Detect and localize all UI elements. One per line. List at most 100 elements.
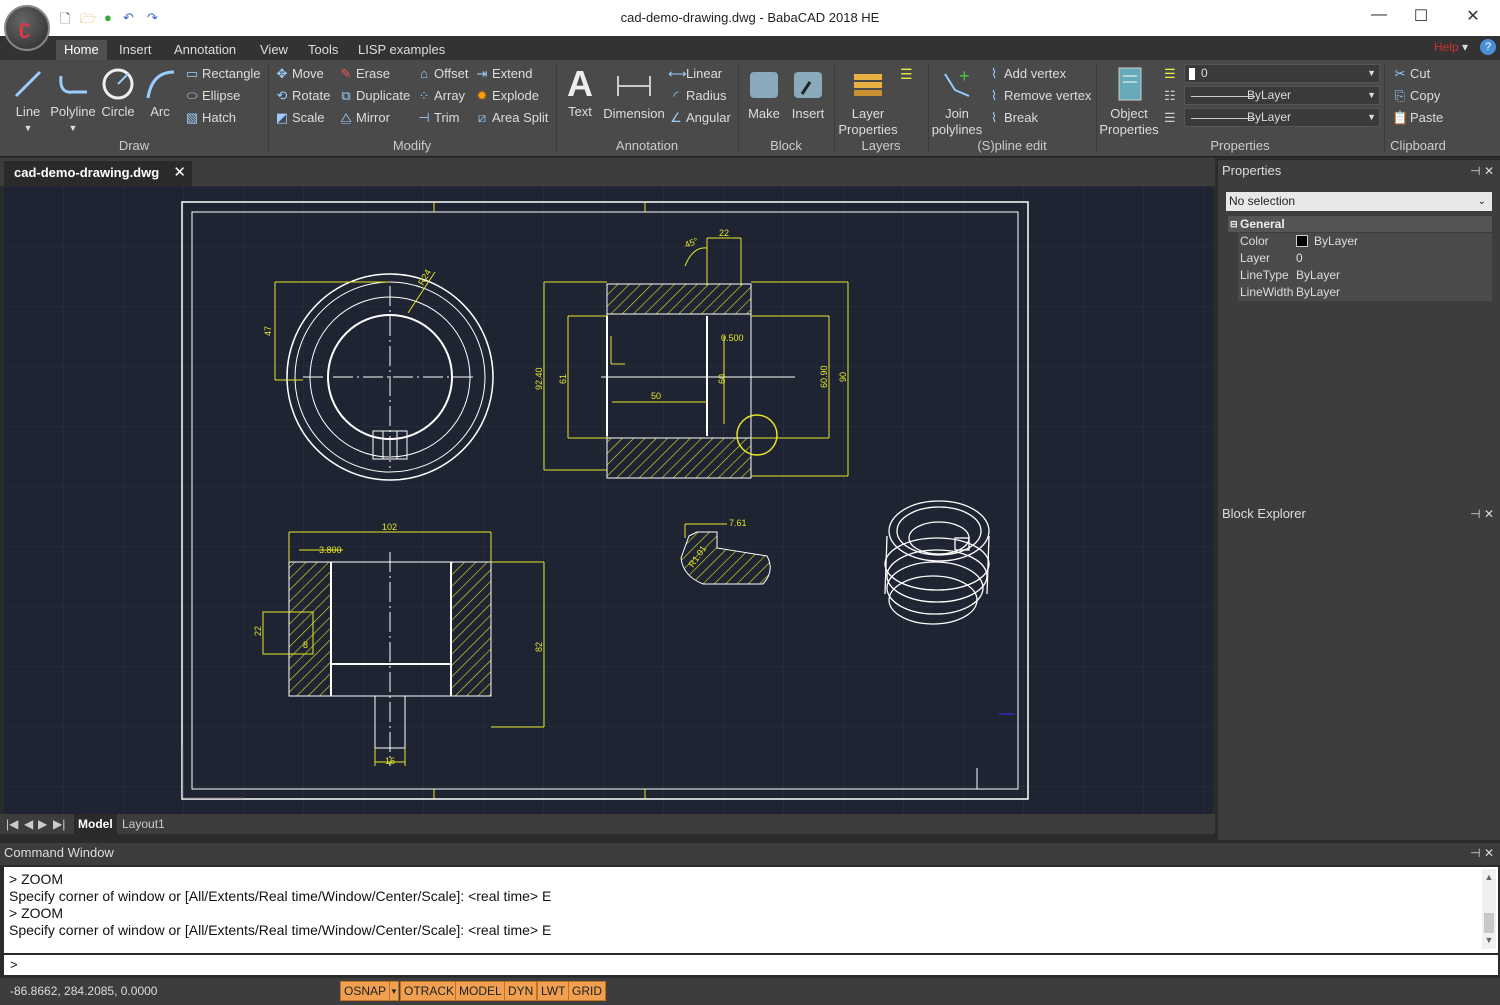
- arc-button[interactable]: Arc: [142, 66, 178, 120]
- polyline-button[interactable]: Polyline ▼: [50, 66, 96, 136]
- linewidth-preview: [1191, 118, 1255, 119]
- offset-button[interactable]: ⌂ Offset: [416, 64, 468, 84]
- mirror-button[interactable]: ⧋ Mirror: [338, 108, 390, 128]
- dyn-toggle[interactable]: DYN: [504, 981, 538, 1001]
- last-layout-icon[interactable]: ▶|: [53, 817, 65, 831]
- tab-view[interactable]: View: [252, 40, 296, 60]
- grid-toggle[interactable]: GRID: [568, 981, 606, 1001]
- add-vertex-button[interactable]: ⌇ Add vertex: [986, 64, 1066, 84]
- property-row-linewidth[interactable]: LineWidth ByLayer: [1238, 284, 1492, 301]
- join-polylines-button[interactable]: + Join polylines: [930, 66, 984, 138]
- tab-tools[interactable]: Tools: [300, 40, 346, 60]
- property-row-color[interactable]: Color ByLayer: [1238, 233, 1492, 250]
- make-block-icon: [750, 72, 778, 98]
- close-icon[interactable]: ✕: [1484, 507, 1494, 521]
- cursor-coordinates: -86.8662, 284.2085, 0.0000: [10, 984, 158, 998]
- line-button[interactable]: Line ▼: [10, 66, 46, 136]
- tab-layout1[interactable]: Layout1: [122, 814, 165, 834]
- rectangle-button[interactable]: ▭ Rectangle: [184, 64, 261, 84]
- property-key: Color: [1240, 234, 1269, 248]
- property-row-linetype[interactable]: LineType ByLayer: [1238, 267, 1492, 284]
- scrollbar-thumb[interactable]: [1484, 913, 1494, 933]
- help-icon[interactable]: ?: [1480, 39, 1496, 55]
- next-layout-icon[interactable]: ▶: [38, 817, 47, 831]
- model-toggle[interactable]: MODEL: [455, 981, 506, 1001]
- scroll-up-icon[interactable]: ▲: [1482, 869, 1496, 886]
- tab-home[interactable]: Home: [56, 40, 107, 60]
- dimension-button[interactable]: Dimension: [602, 66, 666, 122]
- move-button[interactable]: ✥ Move: [274, 64, 324, 84]
- copy-button[interactable]: ⎘ Copy: [1392, 86, 1441, 106]
- make-block-button[interactable]: Make: [744, 66, 784, 122]
- general-category[interactable]: ⊟ General: [1228, 216, 1492, 232]
- help-menu[interactable]: Help ▾: [1434, 40, 1468, 54]
- minimize-button[interactable]: —: [1364, 6, 1394, 24]
- first-layout-icon[interactable]: |◀: [6, 817, 18, 831]
- break-button[interactable]: ⌇ Break: [986, 108, 1038, 128]
- prev-layout-icon[interactable]: ◀: [24, 817, 33, 831]
- drawing-canvas[interactable]: 47 R24 45° 22 0.500 92.40 61 60 50 60.90…: [3, 186, 1213, 814]
- offset-label: Offset: [434, 66, 469, 81]
- chevron-down-icon: ▼: [23, 123, 33, 133]
- rotate-button[interactable]: ⟲ Rotate: [274, 86, 331, 106]
- radius-button[interactable]: ◜ Radius: [668, 86, 726, 106]
- scale-button[interactable]: ◩ Scale: [274, 108, 325, 128]
- pin-icon[interactable]: ⊣: [1470, 164, 1480, 178]
- remove-vertex-button[interactable]: ⌇ Remove vertex: [986, 86, 1092, 106]
- pin-icon[interactable]: ⊣: [1470, 846, 1480, 860]
- dim-text: 61: [558, 374, 568, 384]
- osnap-toggle[interactable]: OSNAP: [340, 981, 391, 1001]
- close-button[interactable]: ✕: [1458, 6, 1488, 26]
- tab-annotation[interactable]: Annotation: [166, 40, 244, 60]
- layer-properties-button[interactable]: Layer Properties: [838, 66, 898, 138]
- tab-lisp-examples[interactable]: LISP examples: [350, 40, 453, 60]
- tab-insert[interactable]: Insert: [111, 40, 160, 60]
- paste-button[interactable]: 📋 Paste: [1392, 108, 1443, 128]
- cut-button[interactable]: ✂ Cut: [1392, 64, 1431, 84]
- duplicate-button[interactable]: ⧉ Duplicate: [338, 86, 410, 106]
- maximize-button[interactable]: ☐: [1406, 6, 1436, 26]
- command-input[interactable]: >: [4, 955, 1498, 975]
- explode-button[interactable]: ✹ Explode: [474, 86, 539, 106]
- scroll-down-icon[interactable]: ▼: [1482, 932, 1496, 949]
- circle-button[interactable]: Circle: [100, 66, 136, 120]
- close-icon[interactable]: ✕: [1484, 164, 1494, 178]
- osnap-dropdown-icon[interactable]: ▼: [389, 981, 399, 1001]
- ribbon-tabs: Home Insert Annotation View Tools LISP e…: [0, 36, 1500, 60]
- lwt-toggle[interactable]: LWT: [537, 981, 570, 1001]
- object-properties-button[interactable]: Object Properties: [1098, 66, 1160, 138]
- help-dropdown-icon: ▾: [1461, 40, 1468, 54]
- property-row-layer[interactable]: Layer 0: [1238, 250, 1492, 267]
- app-menu-button[interactable]: ʗ: [4, 5, 50, 51]
- dim-text: 16: [385, 756, 395, 766]
- document-tab[interactable]: cad-demo-drawing.dwg ✕: [4, 161, 192, 186]
- hatch-button[interactable]: ▧ Hatch: [184, 108, 236, 128]
- document-tab-label: cad-demo-drawing.dwg: [14, 165, 160, 180]
- extend-button[interactable]: ⇥ Extend: [474, 64, 533, 84]
- trim-button[interactable]: ⊣ Trim: [416, 108, 459, 128]
- pin-icon[interactable]: ⊣: [1470, 507, 1480, 521]
- command-line: > ZOOM: [9, 905, 64, 921]
- array-button[interactable]: ⁘ Array: [416, 86, 466, 106]
- scrollbar[interactable]: ▲ ▼: [1482, 869, 1496, 949]
- property-value: ByLayer: [1296, 268, 1341, 282]
- linetype-select[interactable]: ByLayer ▼: [1184, 86, 1380, 105]
- linear-button[interactable]: ⟷Linear: [668, 64, 722, 84]
- close-icon[interactable]: ✕: [1484, 846, 1494, 860]
- text-button[interactable]: A Text: [562, 64, 598, 120]
- command-history: > ZOOM Specify corner of window or [All/…: [4, 867, 1498, 953]
- linewidth-select[interactable]: ByLayer ▼: [1184, 108, 1380, 127]
- insert-block-button[interactable]: Insert: [788, 66, 828, 122]
- selection-dropdown[interactable]: No selection ⌄: [1226, 192, 1492, 211]
- close-tab-icon[interactable]: ✕: [173, 161, 186, 185]
- tab-model[interactable]: Model: [74, 814, 117, 834]
- duplicate-icon: ⧉: [341, 88, 351, 103]
- angular-button[interactable]: ∠ Angular: [668, 108, 731, 128]
- otrack-toggle[interactable]: OTRACK: [400, 981, 459, 1001]
- ellipse-button[interactable]: ⬭ Ellipse: [184, 86, 240, 106]
- dim-text: 90: [838, 372, 848, 382]
- area-split-button[interactable]: ⧄ Area Split: [474, 108, 549, 128]
- new-layer-icon[interactable]: ☰: [900, 66, 913, 83]
- layer-select[interactable]: 0 ▼: [1184, 64, 1380, 83]
- erase-button[interactable]: ✎ Erase: [338, 64, 390, 84]
